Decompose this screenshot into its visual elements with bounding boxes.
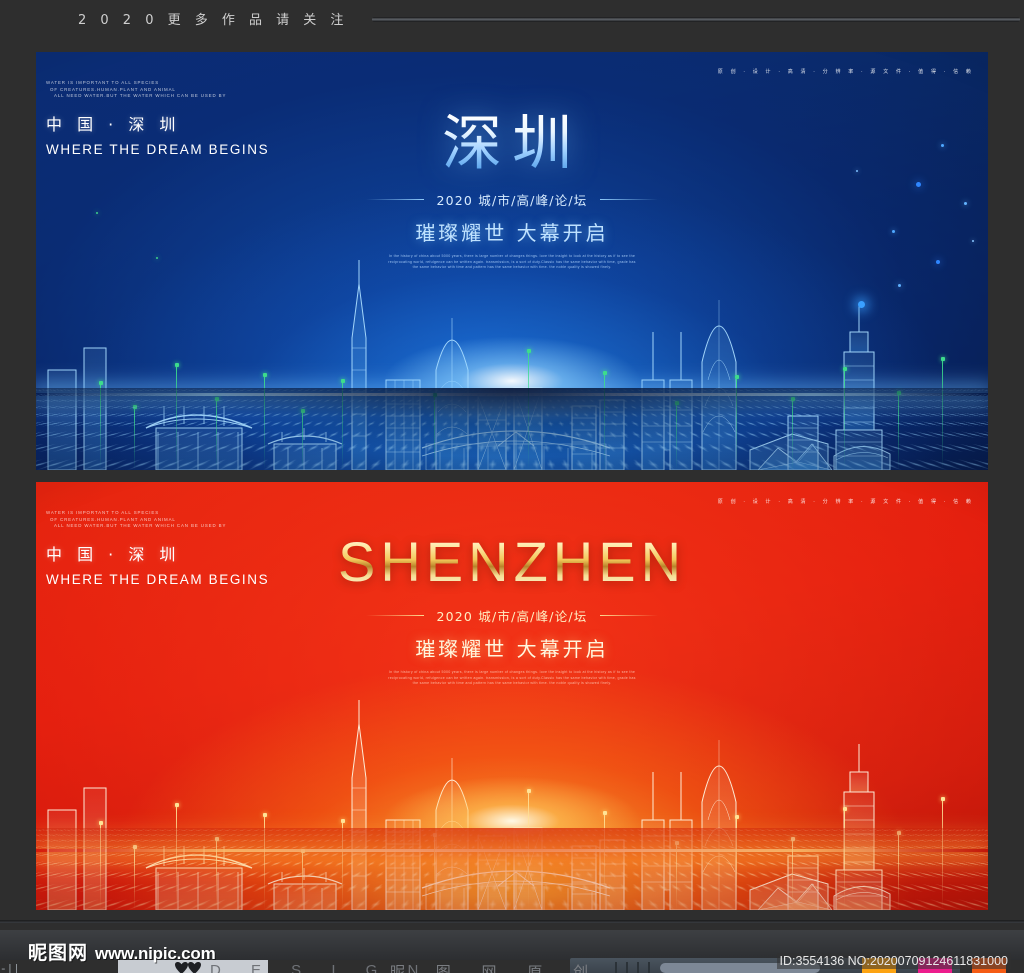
dot-floor-blue <box>36 388 988 470</box>
poster-blue-subtitle-row: 2020 城/市/高/峰/论/坛 <box>36 190 988 209</box>
nipic-watermark: 昵图网 www.nipic.com <box>28 938 216 965</box>
poster-blue-corner-right: 原 创 · 设 计 · 高 清 · 分 辨 率 · 源 文 件 · 值 得 · … <box>717 69 974 75</box>
poster-red-corner-right: 原 创 · 设 计 · 高 清 · 分 辨 率 · 源 文 件 · 值 得 · … <box>717 499 974 505</box>
screenshot-root: 2 0 2 0 更 多 作 品 请 关 注 WATER IS IMPORTANT… <box>0 0 1024 973</box>
eng-line-2: OF CREATURES.HUMAN.PLANT AND ANIMAL <box>50 86 176 92</box>
design-word-cn: 昵 图 网 原 创 <box>390 963 602 973</box>
nipic-logo-cn: 昵图网 <box>28 942 89 964</box>
panel-tick-4 <box>648 962 650 973</box>
eng-line-1: WATER IS IMPORTANT TO ALL SPECIES <box>46 510 160 515</box>
panel-tick-2 <box>626 962 628 973</box>
subtitle-rule-left <box>366 615 425 616</box>
tower-beacon-blue <box>858 301 865 308</box>
subtitle-rule-left <box>366 199 425 200</box>
panel-tick-1 <box>615 962 617 973</box>
poster-red-eng-block: WATER IS IMPORTANT TO ALL SPECIES OF CRE… <box>46 510 269 530</box>
bottom-divider-rule <box>0 920 1024 923</box>
nipic-logo-url: www.nipic.com <box>95 944 216 963</box>
image-id-text: ID:3554136 NO:20200709124611831000 <box>776 953 1011 969</box>
top-chrome-title: 2 0 2 0 更 多 作 品 请 关 注 <box>78 13 349 28</box>
poster-red-subtitle-row: 2020 城/市/高/峰/论/坛 <box>36 606 988 625</box>
eng-line-3: ALL NEED WATER.BUT THE WATER WHICH CAN B… <box>54 93 227 99</box>
panel-tick-3 <box>637 962 639 973</box>
top-divider-rule <box>372 17 1020 22</box>
poster-blue[interactable]: WATER IS IMPORTANT TO ALL SPECIES OF CRE… <box>36 52 988 470</box>
poster-blue-eng-block: WATER IS IMPORTANT TO ALL SPECIES OF CRE… <box>46 80 269 100</box>
poster-blue-skyline <box>36 220 988 470</box>
top-chrome-bar: 2 0 2 0 更 多 作 品 请 关 注 <box>0 0 1024 36</box>
left-edge-marker: -|| <box>0 964 20 973</box>
eng-line-3: ALL NEED WATER.BUT THE WATER WHICH CAN B… <box>54 523 227 529</box>
poster-blue-title: 深圳 <box>36 114 988 174</box>
poster-red[interactable]: WATER IS IMPORTANT TO ALL SPECIES OF CRE… <box>36 482 988 910</box>
eng-line-1: WATER IS IMPORTANT TO ALL SPECIES <box>46 80 160 85</box>
poster-blue-subtitle: 2020 城/市/高/峰/论/坛 <box>436 193 588 208</box>
poster-red-title: SHENZHEN <box>36 534 988 590</box>
subtitle-rule-right <box>599 199 658 200</box>
dot-floor-red <box>36 828 988 910</box>
poster-red-skyline <box>36 640 988 910</box>
poster-red-subtitle: 2020 城/市/高/峰/论/坛 <box>436 609 588 624</box>
eng-line-2: OF CREATURES.HUMAN.PLANT AND ANIMAL <box>50 516 176 522</box>
subtitle-rule-right <box>599 615 658 616</box>
